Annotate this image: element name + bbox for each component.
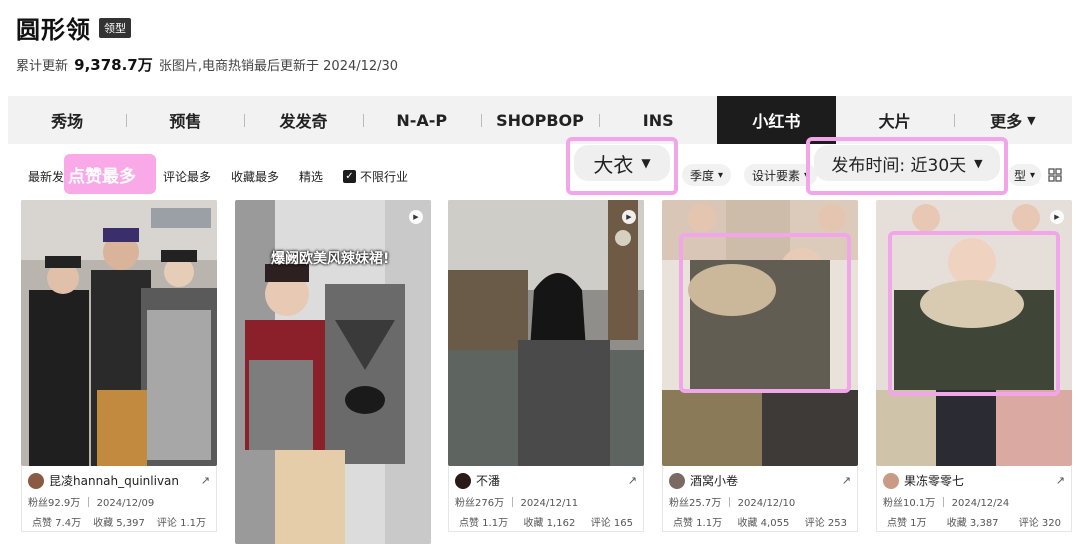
avatar[interactable] bbox=[883, 472, 899, 489]
publish-time-dropdown[interactable]: 发布时间: 近30天 ▼ bbox=[814, 145, 1000, 181]
sort-featured[interactable]: 精选 bbox=[299, 168, 323, 185]
chevron-down-icon: ▼ bbox=[641, 156, 651, 170]
tab-label: 发发奇 bbox=[279, 112, 328, 131]
post-meta: 昆凌hannah_quinlivan ↗ 粉丝92.9万 ｜ 2024/12/0… bbox=[21, 466, 217, 532]
post-image[interactable]: ▶ bbox=[876, 200, 1072, 466]
video-play-icon: ▶ bbox=[409, 210, 423, 224]
comment-count: 评论 320 bbox=[1018, 518, 1061, 529]
season-dropdown[interactable]: 季度 ▾ bbox=[682, 164, 732, 186]
tab-label: SHOPBOP bbox=[496, 110, 584, 130]
publish-time-value: 发布时间: 近30天 bbox=[831, 155, 967, 176]
sort-most-saved[interactable]: 收藏最多 bbox=[231, 168, 279, 185]
category-dropdown[interactable]: 大衣 ▼ bbox=[574, 145, 670, 181]
checkbox-label: 不限行业 bbox=[360, 170, 409, 184]
author-name[interactable]: 酒窝小卷 bbox=[690, 472, 738, 489]
post-image[interactable] bbox=[21, 200, 217, 466]
like-count: 点赞 1.1万 bbox=[459, 518, 509, 529]
stats-prefix: 累计更新 bbox=[16, 59, 69, 74]
season-label: 季度 bbox=[690, 168, 715, 183]
chevron-down-icon: ▾ bbox=[1030, 169, 1036, 181]
share-icon[interactable]: ↗ bbox=[842, 474, 851, 487]
type-label: 型 bbox=[1014, 168, 1027, 183]
chevron-down-icon: ▾ bbox=[718, 169, 724, 181]
tab-yushou[interactable]: 预售 bbox=[126, 96, 244, 144]
chevron-down-icon: ▼ bbox=[1027, 113, 1036, 127]
share-icon[interactable]: ↗ bbox=[201, 474, 210, 487]
post-date: 2024/12/10 bbox=[737, 498, 796, 509]
coat-highlight bbox=[679, 233, 851, 393]
avatar[interactable] bbox=[28, 472, 44, 489]
sort-most-comments[interactable]: 评论最多 bbox=[163, 168, 211, 185]
comment-count: 评论 1.1万 bbox=[156, 518, 206, 529]
tab-label: N-A-P bbox=[396, 110, 448, 130]
post-image[interactable]: ▶ bbox=[448, 200, 644, 466]
post-image[interactable]: ▶ 爆阙欧美风辣妹裙! bbox=[235, 200, 431, 544]
post-card[interactable]: ▶ 果冻零零七 ↗ 粉丝10.1万 ｜ 2024/12/24 点赞 1万 收藏 … bbox=[876, 200, 1072, 544]
fan-count: 粉丝10.1万 bbox=[883, 498, 936, 509]
fan-count: 粉丝276万 bbox=[455, 498, 505, 509]
author-name[interactable]: 果冻零零七 bbox=[904, 472, 964, 489]
tab-label: 预售 bbox=[169, 112, 202, 131]
design-label: 设计要素 bbox=[752, 168, 801, 183]
post-card[interactable]: 酒窝小卷 ↗ 粉丝25.7万 ｜ 2024/12/10 点赞 1.1万 收藏 4… bbox=[662, 200, 858, 544]
post-date: 2024/12/11 bbox=[520, 498, 579, 509]
post-meta: 不潘 ↗ 粉丝276万 ｜ 2024/12/11 点赞 1.1万 收藏 1,16… bbox=[448, 466, 644, 532]
post-date: 2024/12/24 bbox=[951, 498, 1010, 509]
grid-view-icon[interactable] bbox=[1048, 168, 1062, 186]
fan-count: 粉丝92.9万 bbox=[28, 498, 81, 509]
save-count: 收藏 4,055 bbox=[737, 518, 790, 529]
post-card[interactable]: ▶ 不潘 ↗ 粉丝276万 ｜ 2024/12/11 点赞 1.1万 收藏 1,… bbox=[448, 200, 644, 544]
post-meta: 酒窝小卷 ↗ 粉丝25.7万 ｜ 2024/12/10 点赞 1.1万 收藏 4… bbox=[662, 466, 858, 532]
tab-nap[interactable]: N-A-P bbox=[362, 96, 481, 144]
sort-most-liked[interactable]: 点赞最多 bbox=[68, 162, 136, 187]
tab-label: INS bbox=[642, 110, 674, 130]
post-overlay-text: 爆阙欧美风辣妹裙! bbox=[271, 251, 390, 267]
post-date: 2024/12/09 bbox=[96, 498, 155, 509]
video-play-icon: ▶ bbox=[1050, 210, 1064, 224]
tab-farfetch[interactable]: 发发奇 bbox=[244, 96, 362, 144]
category-value: 大衣 bbox=[593, 152, 634, 177]
like-count: 点赞 1.1万 bbox=[673, 518, 723, 529]
post-meta: 果冻零零七 ↗ 粉丝10.1万 ｜ 2024/12/24 点赞 1万 收藏 3,… bbox=[876, 466, 1072, 532]
tab-label: 大片 bbox=[878, 112, 911, 131]
unlimited-industry-checkbox[interactable]: ✓ 不限行业 bbox=[343, 168, 408, 185]
save-count: 收藏 1,162 bbox=[523, 518, 576, 529]
checkbox-checked-icon: ✓ bbox=[343, 170, 356, 183]
like-count: 点赞 1万 bbox=[887, 518, 927, 529]
chevron-down-icon: ▼ bbox=[974, 156, 983, 170]
comment-count: 评论 165 bbox=[590, 518, 633, 529]
coat-highlight bbox=[888, 231, 1060, 396]
avatar[interactable] bbox=[669, 472, 685, 489]
tab-label: 秀场 bbox=[51, 112, 84, 131]
post-card[interactable]: 昆凌hannah_quinlivan ↗ 粉丝92.9万 ｜ 2024/12/0… bbox=[21, 200, 217, 544]
stats-suffix: 张图片,电商热销最后更新于 2024/12/30 bbox=[158, 59, 399, 74]
author-name[interactable]: 不潘 bbox=[476, 472, 500, 489]
avatar[interactable] bbox=[455, 472, 471, 489]
sort-latest[interactable]: 最新发 bbox=[28, 168, 64, 185]
save-count: 收藏 5,397 bbox=[93, 518, 145, 529]
page-title: 圆形领 bbox=[16, 16, 91, 44]
author-name[interactable]: 昆凌hannah_quinlivan bbox=[49, 472, 179, 489]
post-image[interactable] bbox=[662, 200, 858, 466]
share-icon[interactable]: ↗ bbox=[1056, 474, 1065, 487]
video-play-icon: ▶ bbox=[622, 210, 636, 224]
post-card[interactable]: ▶ 爆阙欧美风辣妹裙! bbox=[235, 200, 431, 544]
stats-count: 9,378.7万 bbox=[74, 56, 153, 74]
fan-count: 粉丝25.7万 bbox=[669, 498, 722, 509]
share-icon[interactable]: ↗ bbox=[628, 474, 637, 487]
tab-label: 更多 bbox=[990, 112, 1023, 131]
comment-count: 评论 253 bbox=[804, 518, 847, 529]
type-dropdown[interactable]: 型 ▾ bbox=[1008, 164, 1042, 186]
category-tag: 领型 bbox=[99, 17, 131, 38]
tab-xiuchang[interactable]: 秀场 bbox=[8, 96, 126, 144]
save-count: 收藏 3,387 bbox=[946, 518, 999, 529]
tab-label: 小红书 bbox=[752, 112, 801, 131]
update-stats: 累计更新 9,378.7万 张图片,电商热销最后更新于 2024/12/30 bbox=[16, 54, 398, 75]
page-header: 圆形领 领型 bbox=[16, 10, 131, 45]
like-count: 点赞 7.4万 bbox=[32, 518, 82, 529]
